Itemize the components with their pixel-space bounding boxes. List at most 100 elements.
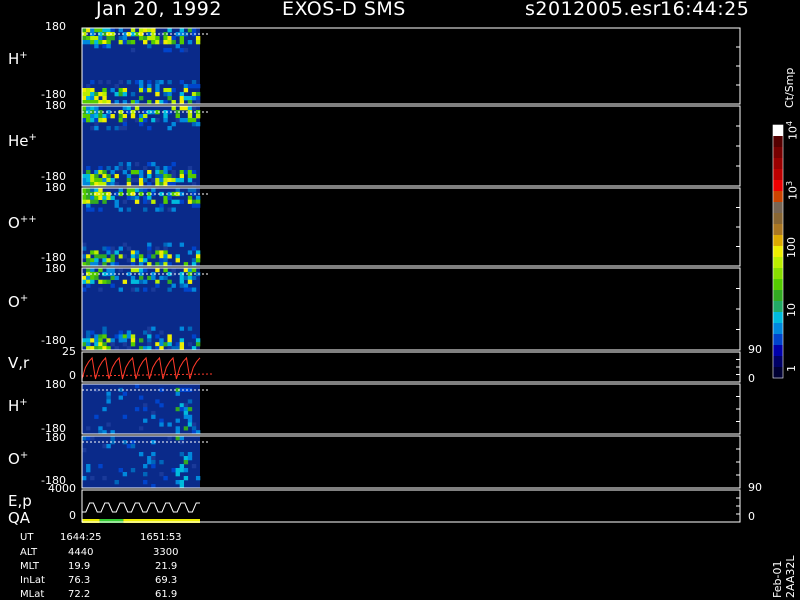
heatmap-cell [126, 195, 132, 200]
heatmap-cell [195, 96, 201, 101]
heatmap-cell [90, 36, 95, 41]
heatmap-cell [191, 258, 197, 263]
heatmap-cell [94, 195, 99, 200]
heatmap-cell [86, 40, 91, 45]
heatmap-cell [110, 275, 115, 281]
heatmap-cell [106, 268, 111, 273]
heatmap-cell [98, 118, 103, 123]
heatmap-cell [155, 283, 160, 288]
colorbar-segment [773, 345, 783, 357]
heatmap-cell [187, 399, 193, 404]
heatmap-cell [134, 407, 140, 412]
heatmap-cell [179, 174, 185, 179]
heatmap-cell [187, 178, 193, 183]
plot-date: Jan 20, 1992 [96, 0, 222, 20]
heatmap-cell [159, 460, 164, 465]
heatmap-cell [167, 92, 172, 97]
heatmap-cell [155, 246, 160, 251]
heatmap-cell [122, 254, 128, 259]
panel-label-vr: V,r [8, 354, 30, 372]
heatmap-cell [143, 188, 148, 193]
heatmap-cell [98, 342, 103, 347]
heatmap-cell [151, 275, 156, 281]
heatmap-cell [163, 242, 168, 247]
heatmap-cell [90, 92, 95, 97]
heatmap-cell [86, 174, 91, 179]
heatmap-cell [151, 456, 156, 461]
heatmap-cell [143, 258, 148, 263]
heatmap-cell [102, 44, 107, 49]
heatmap-cell [110, 283, 115, 288]
heatmap-cell [118, 118, 123, 123]
heatmap-cell [175, 472, 180, 477]
heatmap-cell [159, 403, 164, 408]
heatmap-cell [167, 80, 172, 85]
heatmap-cell [90, 330, 95, 335]
heatmap-cell [90, 174, 95, 179]
heatmap-cell [138, 275, 144, 281]
heatmap-cell [183, 84, 189, 89]
heatmap-cell [102, 118, 107, 123]
heatmap-cell [143, 114, 148, 119]
heatmap-cell [147, 456, 152, 461]
plot-time: 16:44:25 [660, 0, 750, 20]
heatmap-cell [175, 188, 180, 193]
heatmap-cell [98, 195, 103, 200]
heatmap-cell [110, 28, 115, 33]
heatmap-cell [187, 166, 193, 171]
heatmap-cell [151, 287, 156, 292]
instrument-name: EXOS-D SMS [282, 0, 406, 20]
heatmap-cell [147, 250, 152, 255]
heatmap-cell [126, 162, 132, 167]
heatmap-cell [118, 254, 123, 259]
heatmap-cell [183, 456, 189, 461]
heatmap-cell [138, 178, 144, 183]
heatmap-cell [179, 283, 185, 288]
heatmap-cell [159, 338, 164, 343]
heatmap-cell [143, 199, 148, 204]
heatmap-cell [94, 342, 99, 347]
heatmap-cell [126, 174, 132, 179]
heatmap-cell [82, 114, 87, 119]
heatmap-cell [191, 28, 197, 33]
colorbar-segment [773, 235, 783, 247]
heatmap-cell [126, 178, 132, 183]
heatmap-cell [143, 178, 148, 183]
heatmap-cell [187, 452, 193, 457]
heatmap-cell [130, 275, 136, 281]
colorbar-segment [773, 169, 783, 181]
heatmap-cell [94, 188, 99, 193]
heatmap-cell [151, 118, 156, 123]
heatmap-cell [175, 391, 180, 396]
heatmap-cell [102, 174, 107, 179]
heatmap-cell [106, 80, 111, 85]
heatmap-cell [179, 436, 185, 441]
heatmap-cell [175, 44, 180, 49]
heatmap-cell [147, 326, 152, 331]
heatmap-cell [147, 460, 152, 465]
heatmap-cell [143, 207, 148, 212]
heatmap-cell [143, 279, 148, 284]
heatmap-cell [183, 275, 189, 281]
heatmap-cell [159, 330, 164, 335]
info-value: 61.9 [155, 589, 178, 600]
heatmap-cell [143, 28, 148, 33]
heatmap-cell [118, 126, 123, 131]
heatmap-cell [167, 338, 172, 343]
heatmap-cell [94, 254, 99, 259]
ytick-max: 180 [45, 99, 66, 112]
heatmap-cell [82, 118, 87, 123]
heatmap-cell [86, 268, 91, 273]
colorbar-segment [773, 213, 783, 225]
colorbar-segment [773, 147, 783, 159]
ytick-max: 180 [45, 181, 66, 194]
heatmap-cell [110, 178, 115, 183]
heatmap-cell [106, 399, 111, 404]
heatmap-cell [155, 268, 160, 273]
heatmap-cell [179, 199, 185, 204]
heatmap-cell [138, 452, 144, 457]
colorbar-tick: 100 [785, 237, 798, 258]
heatmap-cell [143, 36, 148, 41]
heatmap-cell [195, 338, 201, 343]
heatmap-cell [118, 162, 123, 167]
